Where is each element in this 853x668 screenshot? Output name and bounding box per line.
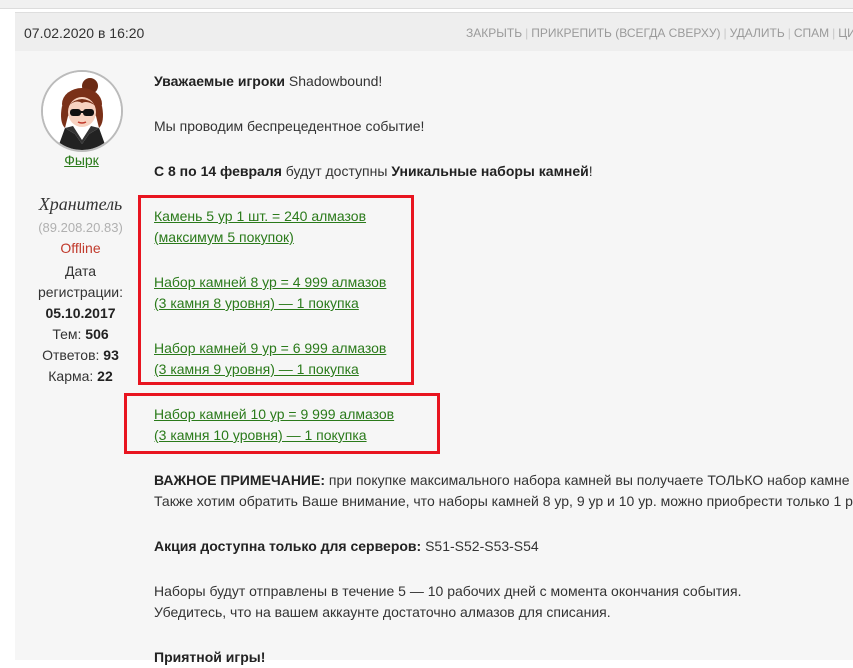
- reg-label-2: регистрации:: [37, 284, 124, 300]
- delivery-info: Наборы будут отправлены в течение 5 — 10…: [154, 583, 742, 620]
- highlight-box: [124, 393, 440, 454]
- topics-label: Тем:: [52, 326, 82, 342]
- event-dates: С 8 по 14 февраля будут доступны Уникаль…: [154, 163, 593, 179]
- avatar-image: [43, 72, 121, 150]
- closing-text: Приятной игры!: [154, 649, 266, 665]
- delete-post-link[interactable]: УДАЛИТЬ: [730, 26, 785, 40]
- spam-link[interactable]: СПАМ: [794, 26, 829, 40]
- replies-count: 93: [103, 347, 119, 363]
- reg-date: 05.10.2017: [45, 305, 116, 321]
- author-name-link[interactable]: Фырк: [15, 152, 148, 168]
- post-date: 07.02.2020 в 16:20: [24, 25, 145, 41]
- pin-topic-link[interactable]: ПРИКРЕПИТЬ (ВСЕГДА СВЕРХУ): [531, 26, 720, 40]
- author-ip: (89.208.20.83): [38, 220, 123, 235]
- replies-label: Ответов:: [42, 347, 100, 363]
- intro-text: Мы проводим беспрецедентное событие!: [154, 118, 425, 134]
- quote-link[interactable]: ЦИТА: [838, 26, 853, 40]
- important-note: ВАЖНОЕ ПРИМЕЧАНИЕ: при покупке максималь…: [154, 472, 853, 509]
- post-actions: ЗАКРЫТЬ | ПРИКРЕПИТЬ (ВСЕГДА СВЕРХУ) | УДАЛИ…: [466, 26, 853, 40]
- topics-count: 506: [85, 326, 109, 342]
- karma-label: Карма:: [48, 368, 94, 384]
- servers-line: Акция доступна только для серверов: S51-…: [154, 538, 539, 554]
- author-panel: Фырк Хранитель (89.208.20.83) Offline Да…: [15, 51, 140, 660]
- karma-count: 22: [97, 368, 113, 384]
- author-rank: Хранитель: [38, 194, 123, 214]
- highlight-box: [138, 195, 414, 385]
- avatar[interactable]: [41, 70, 123, 152]
- reg-label: Дата: [64, 263, 96, 279]
- top-strip: [0, 0, 853, 9]
- greeting: Уважаемые игроки Shadowbound!: [154, 73, 383, 89]
- close-topic-link[interactable]: ЗАКРЫТЬ: [466, 26, 522, 40]
- author-status: Offline: [60, 240, 101, 256]
- author-info: Дата регистрации: 05.10.2017 Тем: 506 От…: [15, 261, 146, 387]
- post-header: 07.02.2020 в 16:20 ЗАКРЫТЬ | ПРИКРЕПИТЬ (В…: [15, 12, 853, 52]
